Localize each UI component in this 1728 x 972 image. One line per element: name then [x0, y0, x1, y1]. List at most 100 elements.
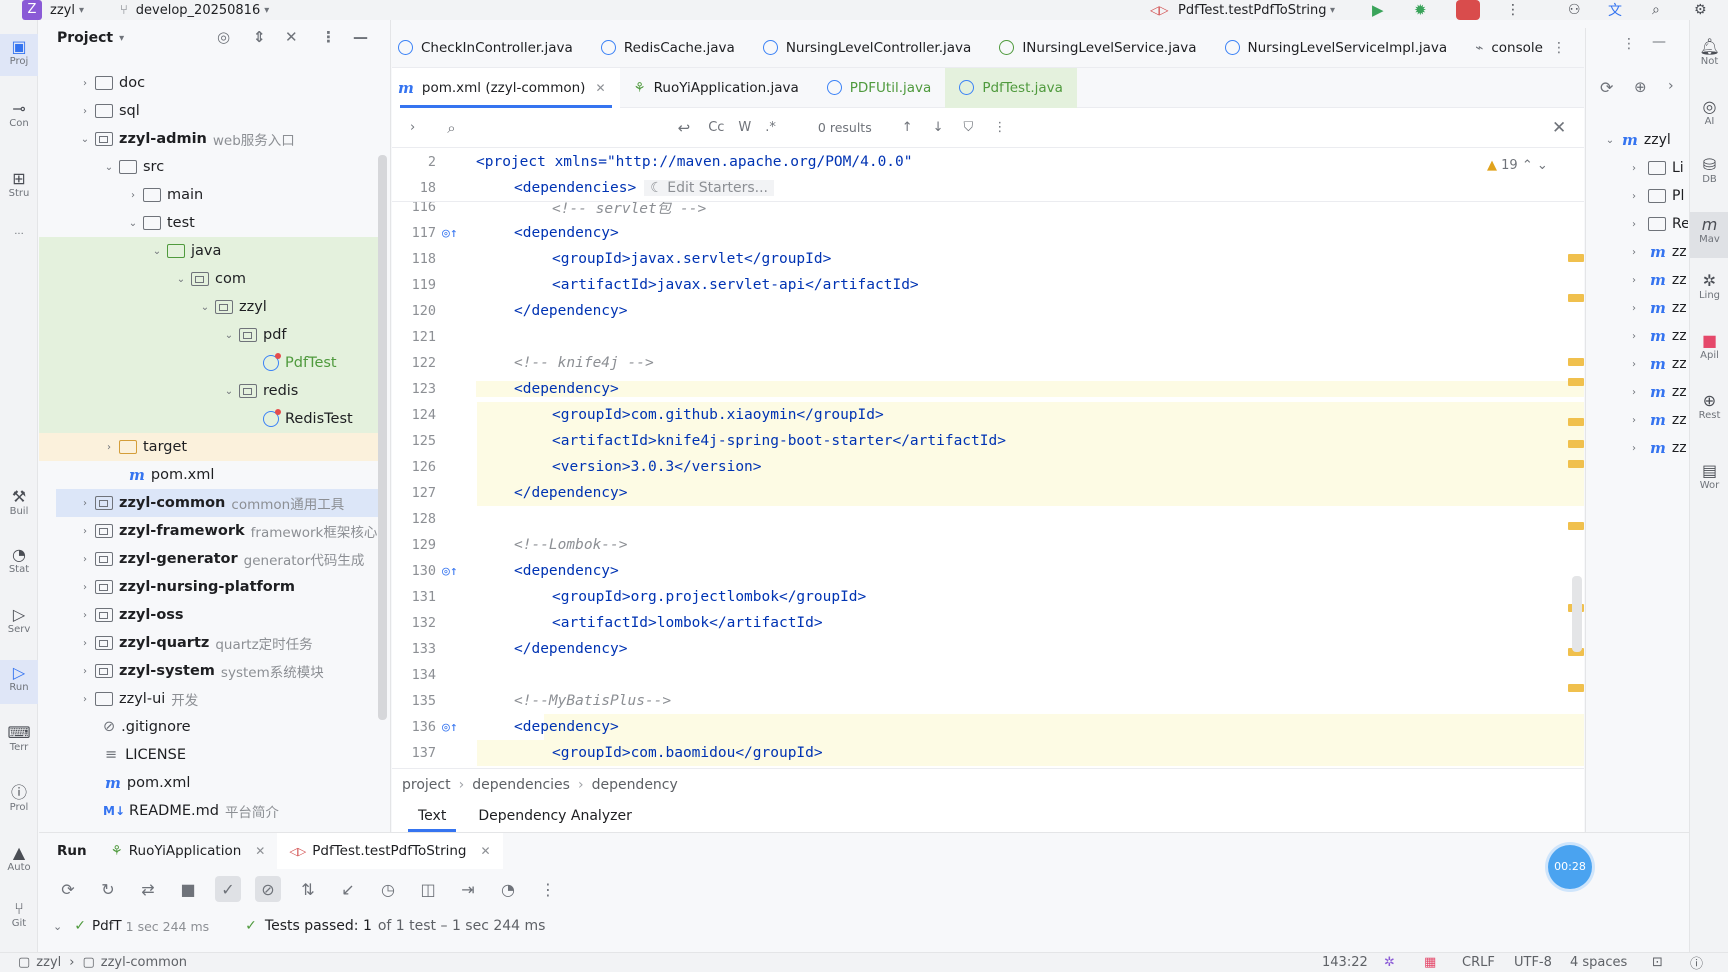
chevron-right-icon[interactable]: › [1626, 303, 1642, 314]
more-icon[interactable]: ⋮ [535, 876, 561, 902]
error-stripe-mark[interactable] [1568, 254, 1584, 262]
show-ignored-icon[interactable]: ⊘ [255, 876, 281, 902]
maven-item[interactable]: › m zz [1626, 406, 1687, 434]
chevron-down-icon[interactable]: ⌄ [1602, 135, 1618, 146]
cursor-position[interactable]: 143:22 [1322, 955, 1368, 970]
more-icon[interactable]: ⋮ [1506, 2, 1520, 18]
maven-root[interactable]: ⌄ m zzyl [1602, 126, 1671, 154]
reload-icon[interactable]: ⟳ [1600, 78, 1613, 97]
chevron-right-icon[interactable]: › [77, 498, 93, 509]
tab-pdftest[interactable]: PdfTest.java [945, 67, 1077, 108]
chevron-right-icon[interactable]: › [410, 120, 415, 135]
breadcrumb-project[interactable]: project [402, 777, 451, 793]
error-stripe-mark[interactable] [1568, 378, 1584, 386]
tree-item-zzyl[interactable]: ⌄ zzyl [39, 293, 381, 321]
chevron-right-icon[interactable]: › [1626, 163, 1642, 174]
gutter-arrow-icon[interactable]: ◎↑ [436, 564, 476, 579]
filter-icon[interactable]: ⛉ [964, 120, 974, 135]
tree-item-admin-pom[interactable]: m pom.xml [39, 461, 381, 489]
tree-item-target[interactable]: › target [39, 433, 381, 461]
chevron-down-icon[interactable]: ▾ [264, 5, 269, 16]
tree-item-readme[interactable]: M↓ README.md 平台简介 [39, 797, 381, 825]
chevron-right-icon[interactable]: › [1626, 443, 1642, 454]
tab-pdfutil[interactable]: PDFUtil.java [813, 68, 946, 108]
run-config[interactable]: PdfTest.testPdfToString [1178, 3, 1327, 18]
chevron-right-icon[interactable]: › [1626, 331, 1642, 342]
error-stripe-mark[interactable] [1568, 684, 1584, 692]
editor-scrollbar[interactable] [1572, 576, 1582, 652]
tree-item-zzyl-oss[interactable]: › zzyl-oss [39, 601, 381, 629]
tree-item-zzyl-nursing-platform[interactable]: › zzyl-nursing-platform [39, 573, 381, 601]
wrap-icon[interactable]: ↩ [678, 119, 691, 137]
maven-item[interactable]: › m zz [1626, 266, 1687, 294]
tab-rediscache[interactable]: RedisCache.java [587, 28, 749, 68]
maven-item[interactable]: › m zz [1626, 350, 1687, 378]
rerun-failed-icon[interactable]: ↻ [95, 876, 121, 902]
tree-item-zzyl-generator[interactable]: › zzyl-generator generator代码生成 [39, 545, 381, 573]
chevron-right-icon[interactable]: › [1626, 387, 1642, 398]
chevron-right-icon[interactable]: › [77, 638, 93, 649]
chevron-right-icon[interactable]: › [77, 106, 93, 117]
coverage-icon[interactable]: ◔ [495, 876, 521, 902]
chevron-down-icon[interactable]: ⌄ [173, 274, 189, 285]
settings-icon[interactable]: ⚙ [1694, 2, 1707, 18]
maven-item[interactable]: › m zz [1626, 434, 1687, 462]
chevron-down-icon[interactable]: ⌄ [53, 920, 62, 933]
run-tool-button[interactable]: ▷ Run [0, 660, 38, 704]
test-tree-item[interactable]: PdfT [92, 918, 122, 934]
word-tool-button[interactable]: ▤ Wor [1690, 462, 1728, 492]
tab-checkincontroller[interactable]: CheckInController.java [392, 28, 587, 68]
lock-icon[interactable]: ⊡ [1652, 955, 1663, 970]
chevron-right-icon[interactable]: › [1668, 78, 1674, 94]
toggle-auto-test-icon[interactable]: ⇄ [135, 876, 161, 902]
error-stripe-mark[interactable] [1568, 358, 1584, 366]
chevron-right-icon[interactable]: › [1626, 247, 1642, 258]
code-editor[interactable]: 116 <!-- servlet包 --> 117 ◎↑ <dependency> 1… [392, 202, 1584, 768]
chevron-down-icon[interactable]: ▾ [1330, 5, 1335, 16]
chevron-right-icon[interactable]: › [101, 442, 117, 453]
error-stripe-mark[interactable] [1568, 440, 1584, 448]
close-icon[interactable]: ✕ [481, 844, 491, 858]
regex-toggle[interactable]: .* [765, 120, 776, 135]
recording-timer[interactable]: 00:28 [1548, 845, 1592, 889]
search-icon[interactable]: ⌕ [1652, 2, 1660, 18]
gutter-arrow-icon[interactable]: ◎↑ [436, 720, 476, 735]
problems-tool-button[interactable]: ⓘ Prol [0, 784, 38, 814]
services-tool-button[interactable]: ▷ Serv [0, 606, 38, 636]
chevron-right-icon[interactable]: › [1626, 219, 1642, 230]
tab-pom-xml[interactable]: m pom.xml (zzyl-common) ✕ [392, 67, 620, 108]
chevron-right-icon[interactable]: › [1626, 415, 1642, 426]
match-case-toggle[interactable]: Cc [708, 120, 724, 135]
chevron-down-icon[interactable]: ⌄ [221, 330, 237, 341]
chevron-down-icon[interactable]: ⌄ [101, 162, 117, 173]
tree-item-doc[interactable]: › doc [39, 69, 381, 97]
import-icon[interactable]: ↙ [335, 876, 361, 902]
minimize-icon[interactable]: — [1652, 34, 1666, 50]
database-tool-button[interactable]: ⛁ DB [1690, 156, 1728, 186]
status-path-module[interactable]: zzyl-common [101, 955, 187, 970]
tab-text[interactable]: Text [402, 800, 462, 832]
plugin-icon[interactable]: ✲ [1384, 955, 1395, 970]
maven-item[interactable]: › Pl [1626, 182, 1684, 210]
more-tools-button[interactable]: ... [0, 226, 38, 237]
branch-name[interactable]: develop_20250816 [136, 3, 260, 18]
translate-icon[interactable]: 文 [1608, 0, 1622, 20]
project-badge[interactable]: Z [22, 0, 42, 20]
error-stripe-mark[interactable] [1568, 460, 1584, 468]
indent-setting[interactable]: 4 spaces [1570, 955, 1627, 970]
tree-item-sql[interactable]: › sql [39, 97, 381, 125]
arrow-up-icon[interactable]: ↑ [902, 120, 913, 135]
warning-icon[interactable]: ⓘ [1690, 953, 1703, 972]
chevron-down-icon[interactable]: ⌄ [221, 386, 237, 397]
maven-item[interactable]: › m zz [1626, 378, 1687, 406]
tree-item-main[interactable]: › main [39, 181, 381, 209]
statistic-tool-button[interactable]: ◔ Stat [0, 546, 38, 576]
whole-word-toggle[interactable]: W [738, 120, 751, 135]
apifox-tool-button[interactable]: ■ Apil [1690, 332, 1728, 362]
rest-tool-button[interactable]: ⊕ Rest [1690, 392, 1728, 422]
warnings-indicator[interactable]: ▲ 19 ⌃ ⌄ [1487, 158, 1548, 173]
file-encoding[interactable]: UTF-8 [1514, 955, 1552, 970]
chevron-right-icon[interactable]: › [1626, 359, 1642, 370]
sort-icon[interactable]: ⇅ [295, 876, 321, 902]
chevron-down-icon[interactable]: ▾ [119, 33, 124, 44]
